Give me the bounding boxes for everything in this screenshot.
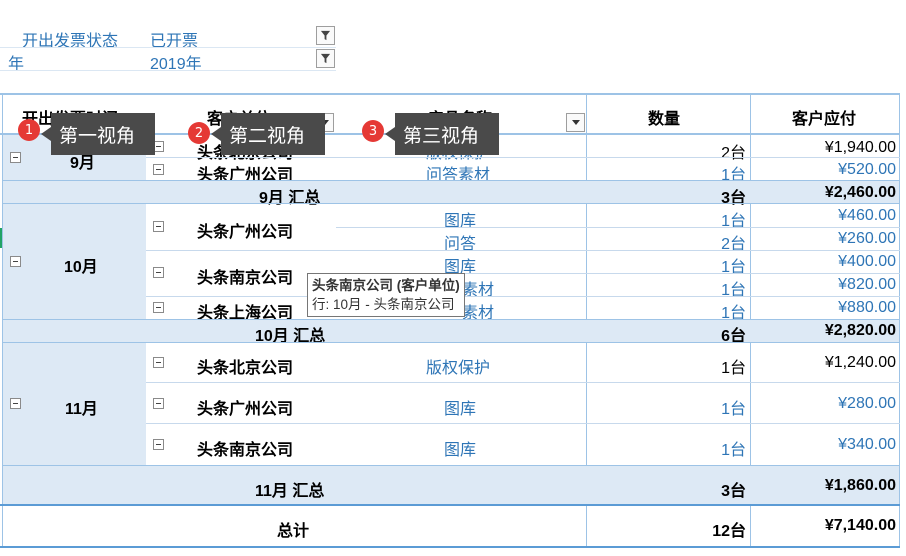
grand-total-label: 总计 xyxy=(277,523,310,540)
customer-name: 头条广州公司 xyxy=(197,401,294,418)
subtotal-quantity: 3台 xyxy=(721,483,746,500)
callout-text: 第一视角 xyxy=(59,125,136,147)
collapse-icon[interactable] xyxy=(153,439,164,450)
collapse-icon[interactable] xyxy=(153,164,164,175)
amount-cell: ¥520.00 xyxy=(838,161,896,178)
month-label: 10月 xyxy=(64,259,98,276)
collapse-icon[interactable] xyxy=(10,152,21,163)
quantity-cell: 1台 xyxy=(721,360,746,377)
amount-cell: ¥1,940.00 xyxy=(824,139,896,156)
collapse-icon[interactable] xyxy=(153,398,164,409)
amount-cell: ¥820.00 xyxy=(838,276,896,293)
subtotal-amount: ¥2,460.00 xyxy=(824,184,896,201)
quantity-cell: 1台 xyxy=(721,442,746,459)
subtotal-amount: ¥2,820.00 xyxy=(824,322,896,339)
tooltip-title: 头条南京公司 (客户单位) xyxy=(312,278,460,293)
callout-badge: 1 xyxy=(18,119,40,141)
tooltip-detail: 行: 10月 - 头条南京公司 xyxy=(312,297,455,312)
collapse-icon[interactable] xyxy=(153,221,164,232)
filter-icon[interactable] xyxy=(316,49,335,68)
collapse-icon[interactable] xyxy=(10,398,21,409)
hover-tooltip: 头条南京公司 (客户单位) 行: 10月 - 头条南京公司 xyxy=(307,273,465,317)
header-amount: 客户应付 xyxy=(792,111,857,128)
collapse-icon[interactable] xyxy=(153,267,164,278)
quantity-cell: 2台 xyxy=(721,145,746,162)
callout-badge: 2 xyxy=(188,122,210,144)
product-name: 版权保护 xyxy=(426,360,491,377)
collapse-icon[interactable] xyxy=(153,302,164,313)
month-label: 11月 xyxy=(65,401,98,418)
product-name: 图库 xyxy=(444,401,477,418)
grand-total-quantity: 12台 xyxy=(712,523,746,540)
callout-badge: 3 xyxy=(362,120,384,142)
customer-name: 头条北京公司 xyxy=(197,360,294,377)
collapse-icon[interactable] xyxy=(153,357,164,368)
subtotal-label: 11月 汇总 xyxy=(255,483,325,500)
grand-total-amount: ¥7,140.00 xyxy=(824,517,896,534)
amount-cell: ¥280.00 xyxy=(838,395,896,412)
amount-cell: ¥1,240.00 xyxy=(824,354,896,371)
subtotal-amount: ¥1,860.00 xyxy=(824,477,896,494)
amount-cell: ¥400.00 xyxy=(838,253,896,270)
callout-text: 第二视角 xyxy=(229,125,306,147)
amount-cell: ¥260.00 xyxy=(838,230,896,247)
collapse-icon[interactable] xyxy=(10,256,21,267)
subtotal-label: 9月 汇总 xyxy=(259,190,321,207)
header-quantity: 数量 xyxy=(648,111,681,128)
subtotal-quantity: 3台 xyxy=(721,190,746,207)
customer-name: 头条南京公司 xyxy=(197,442,294,459)
amount-cell: ¥340.00 xyxy=(838,436,896,453)
customer-name: 头条南京公司 xyxy=(197,270,294,287)
callout-perspective-1: 第一视角 xyxy=(41,113,155,155)
customer-name: 头条广州公司 xyxy=(197,224,294,241)
header-product-dropdown[interactable] xyxy=(566,113,585,132)
callout-perspective-3: 第三视角 xyxy=(385,113,499,155)
callout-text: 第三视角 xyxy=(403,125,480,147)
amount-cell: ¥880.00 xyxy=(838,299,896,316)
callout-perspective-2: 第二视角 xyxy=(211,113,325,155)
amount-cell: ¥460.00 xyxy=(838,207,896,224)
product-name: 图库 xyxy=(444,442,477,459)
quantity-cell: 1台 xyxy=(721,401,746,418)
filter-icon[interactable] xyxy=(316,26,335,45)
